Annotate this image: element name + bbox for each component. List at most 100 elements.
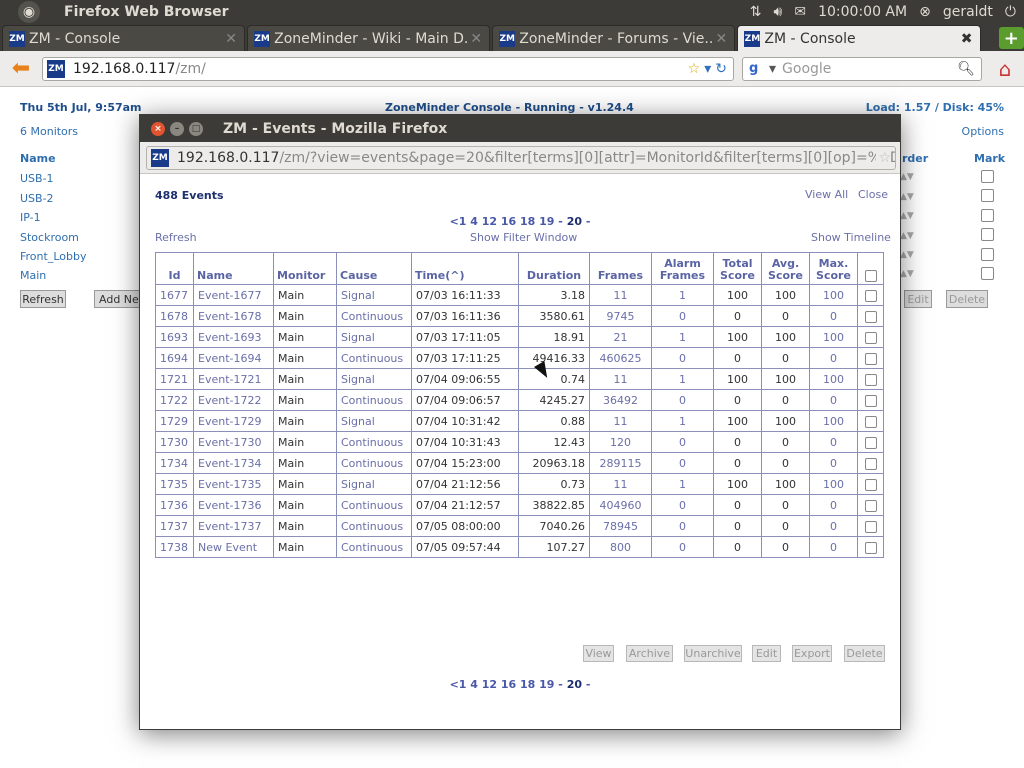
row-select-checkbox[interactable]: [864, 310, 877, 323]
event-id-cell[interactable]: 1738: [155, 536, 194, 558]
event-frames-cell[interactable]: 36492: [589, 389, 652, 411]
column-header-select-all[interactable]: [857, 252, 884, 285]
dropdown-icon[interactable]: ▾: [704, 61, 711, 77]
mark-checkbox[interactable]: [981, 248, 994, 261]
event-name-cell[interactable]: Event-1678: [193, 305, 274, 327]
monitor-link[interactable]: USB-1: [20, 172, 54, 185]
column-header-name[interactable]: Name: [193, 252, 274, 285]
mark-checkbox[interactable]: [981, 189, 994, 202]
view-button[interactable]: View: [583, 645, 614, 662]
event-cause-cell[interactable]: Signal: [336, 410, 412, 432]
event-alarm-frames-cell[interactable]: 0: [651, 515, 714, 537]
event-alarm-frames-cell[interactable]: 0: [651, 305, 714, 327]
event-cause-cell[interactable]: Continuous: [336, 305, 412, 327]
column-header-time[interactable]: Time(^): [411, 252, 519, 285]
event-name-cell[interactable]: Event-1677: [193, 284, 274, 306]
sort-arrows-icon[interactable]: ▲▼: [900, 211, 914, 221]
event-alarm-frames-cell[interactable]: 1: [651, 284, 714, 306]
sort-arrows-icon[interactable]: ▲▼: [900, 172, 914, 182]
event-frames-cell[interactable]: 21: [589, 326, 652, 348]
close-link[interactable]: Close: [858, 188, 888, 201]
power-icon[interactable]: ⏻: [1005, 4, 1016, 20]
clock[interactable]: 10:00:00 AM: [818, 4, 907, 20]
user-status-icon[interactable]: ⊗: [919, 4, 931, 20]
pager-pages[interactable]: <1 4 12 16 18 19 -: [450, 215, 567, 228]
unarchive-button[interactable]: Unarchive: [684, 645, 742, 662]
ubuntu-logo-icon[interactable]: ◉: [18, 1, 40, 23]
event-id-cell[interactable]: 1730: [155, 431, 194, 453]
event-name-cell[interactable]: Event-1721: [193, 368, 274, 390]
pagination-bottom[interactable]: <1 4 12 16 18 19 - 20 -: [140, 678, 900, 691]
delete-button[interactable]: Delete: [946, 290, 988, 308]
name-column-header[interactable]: Name: [20, 152, 56, 165]
column-header-total-score[interactable]: Total Score: [713, 252, 762, 285]
event-id-cell[interactable]: 1735: [155, 473, 194, 495]
event-name-cell[interactable]: Event-1736: [193, 494, 274, 516]
event-cause-cell[interactable]: Continuous: [336, 515, 412, 537]
row-select-checkbox[interactable]: [864, 373, 877, 386]
pager-pages[interactable]: <1 4 12 16 18 19 -: [450, 678, 567, 691]
event-alarm-frames-cell[interactable]: 0: [651, 347, 714, 369]
mail-icon[interactable]: ✉: [794, 4, 806, 20]
network-icon[interactable]: ⇅: [750, 4, 762, 20]
event-name-cell[interactable]: Event-1694: [193, 347, 274, 369]
monitor-link[interactable]: Front_Lobby: [20, 250, 86, 263]
event-alarm-frames-cell[interactable]: 1: [651, 473, 714, 495]
event-name-cell[interactable]: Event-1730: [193, 431, 274, 453]
event-max-score-cell[interactable]: 0: [809, 494, 858, 516]
column-header-id[interactable]: Id: [155, 252, 194, 285]
event-max-score-cell[interactable]: 0: [809, 305, 858, 327]
mark-checkbox[interactable]: [981, 267, 994, 280]
event-id-cell[interactable]: 1677: [155, 284, 194, 306]
popup-url-bar[interactable]: ZM 192.168.0.117/zm/?view=events&page=20…: [146, 146, 896, 170]
event-max-score-cell[interactable]: 0: [809, 431, 858, 453]
event-cause-cell[interactable]: Continuous: [336, 536, 412, 558]
event-alarm-frames-cell[interactable]: 1: [651, 368, 714, 390]
bookmark-star-icon[interactable]: ☆: [688, 61, 701, 77]
event-alarm-frames-cell[interactable]: 1: [651, 326, 714, 348]
event-cause-cell[interactable]: Continuous: [336, 431, 412, 453]
event-cause-cell[interactable]: Continuous: [336, 347, 412, 369]
row-select-checkbox[interactable]: [864, 436, 877, 449]
event-frames-cell[interactable]: 289115: [589, 452, 652, 474]
bookmark-star-icon[interactable]: ☆: [876, 150, 891, 166]
sort-arrows-icon[interactable]: ▲▼: [900, 192, 914, 202]
row-select-checkbox[interactable]: [864, 331, 877, 344]
browser-tab[interactable]: ZM ZM - Console ✕: [2, 25, 246, 51]
event-alarm-frames-cell[interactable]: 0: [651, 452, 714, 474]
row-select-checkbox[interactable]: [864, 289, 877, 302]
pagination-top[interactable]: <1 4 12 16 18 19 - 20 -: [140, 215, 900, 228]
reload-icon[interactable]: ↻: [715, 61, 727, 77]
event-cause-cell[interactable]: Continuous: [336, 494, 412, 516]
browser-tab[interactable]: ZM ZoneMinder - Forums - Vie... ✕: [492, 25, 736, 51]
search-bar[interactable]: g ▾ Google 🔍︎: [742, 57, 982, 81]
event-max-score-cell[interactable]: 100: [809, 473, 858, 495]
event-max-score-cell[interactable]: 100: [809, 326, 858, 348]
event-cause-cell[interactable]: Continuous: [336, 452, 412, 474]
event-frames-cell[interactable]: 404960: [589, 494, 652, 516]
event-max-score-cell[interactable]: 0: [809, 347, 858, 369]
monitors-link[interactable]: 6 Monitors: [20, 125, 78, 138]
sort-arrows-icon[interactable]: ▲▼: [900, 231, 914, 241]
event-name-cell[interactable]: Event-1722: [193, 389, 274, 411]
event-max-score-cell[interactable]: 0: [809, 452, 858, 474]
event-name-cell[interactable]: New Event: [193, 536, 274, 558]
event-name-cell[interactable]: Event-1737: [193, 515, 274, 537]
column-header-duration[interactable]: Duration: [518, 252, 590, 285]
google-search-engine-icon[interactable]: g: [749, 61, 765, 77]
row-select-checkbox[interactable]: [864, 478, 877, 491]
browser-tab-active[interactable]: ZM ZM - Console ✖: [737, 25, 981, 51]
event-id-cell[interactable]: 1737: [155, 515, 194, 537]
event-alarm-frames-cell[interactable]: 0: [651, 536, 714, 558]
event-max-score-cell[interactable]: 100: [809, 284, 858, 306]
mark-checkbox[interactable]: [981, 209, 994, 222]
home-icon[interactable]: ⌂: [992, 57, 1018, 81]
event-name-cell[interactable]: Event-1729: [193, 410, 274, 432]
popup-titlebar[interactable]: × – □ ZM - Events - Mozilla Firefox: [140, 115, 900, 142]
column-header-max-score[interactable]: Max. Score: [809, 252, 858, 285]
row-select-checkbox[interactable]: [864, 352, 877, 365]
options-link[interactable]: Options: [962, 125, 1004, 138]
tab-close-icon[interactable]: ✕: [714, 31, 728, 47]
row-select-checkbox[interactable]: [864, 415, 877, 428]
show-timeline-link[interactable]: Show Timeline: [811, 231, 891, 244]
